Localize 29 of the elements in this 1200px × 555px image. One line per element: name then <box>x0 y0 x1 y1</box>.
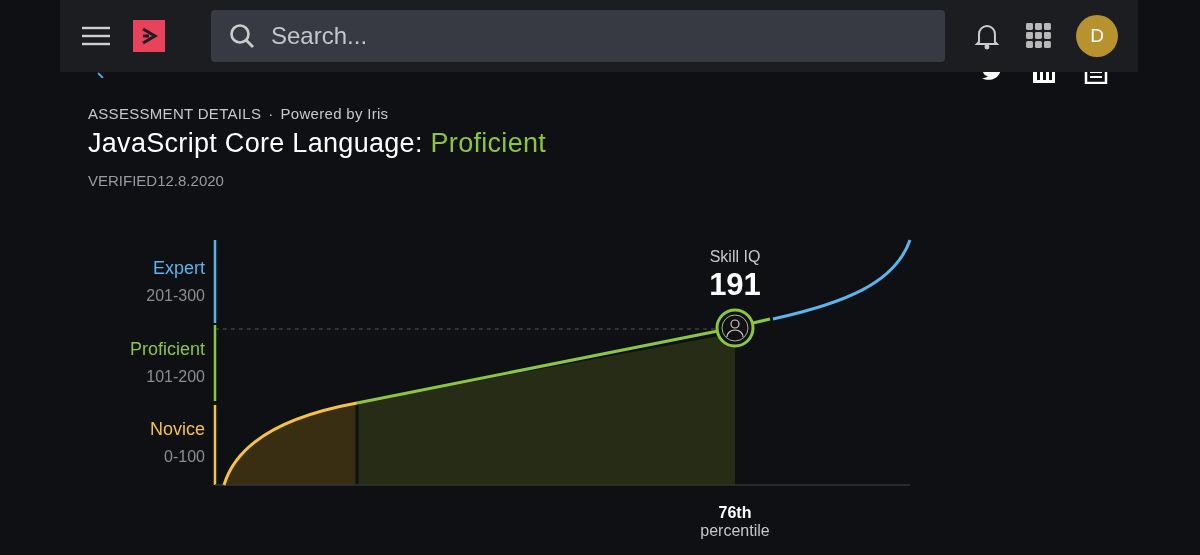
user-marker-icon <box>715 308 755 348</box>
level-name: Proficient <box>129 338 205 360</box>
level-range: 201-300 <box>146 287 205 305</box>
level-name: Expert <box>152 258 205 279</box>
powered-by-label: Powered by Iris <box>280 105 389 122</box>
page-title: JavaScript Core Language: <box>88 128 423 158</box>
level-title: Proficient <box>430 128 547 158</box>
section-label: ASSESSMENT DETAILS <box>88 105 262 122</box>
search-icon <box>229 23 255 49</box>
skill-iq-score: 191 <box>709 267 761 302</box>
level-range: 0-100 <box>164 447 205 466</box>
logo-icon[interactable] <box>133 20 165 52</box>
verified-date: VERIFIED12.8.2020 <box>88 172 225 189</box>
separator: · <box>268 105 274 122</box>
chevron-icon[interactable] <box>96 72 104 78</box>
document-icon[interactable] <box>1084 72 1108 84</box>
level-range: 101-200 <box>146 367 205 386</box>
search-input[interactable]: Search... <box>269 21 873 51</box>
percentile-value: 76th <box>718 504 752 521</box>
level-name: Novice <box>149 418 205 440</box>
bell-icon[interactable] <box>974 22 1001 50</box>
network-icon[interactable] <box>1032 72 1056 84</box>
skill-iq-label: Skill IQ <box>709 248 761 265</box>
menu-icon[interactable] <box>82 26 110 46</box>
apps-grid-icon[interactable] <box>1026 23 1053 49</box>
search-field[interactable]: Search... <box>211 10 946 62</box>
proficient-curve <box>752 317 771 325</box>
user-avatar[interactable]: D <box>1076 15 1118 57</box>
percentile-label: percentile <box>700 522 770 539</box>
